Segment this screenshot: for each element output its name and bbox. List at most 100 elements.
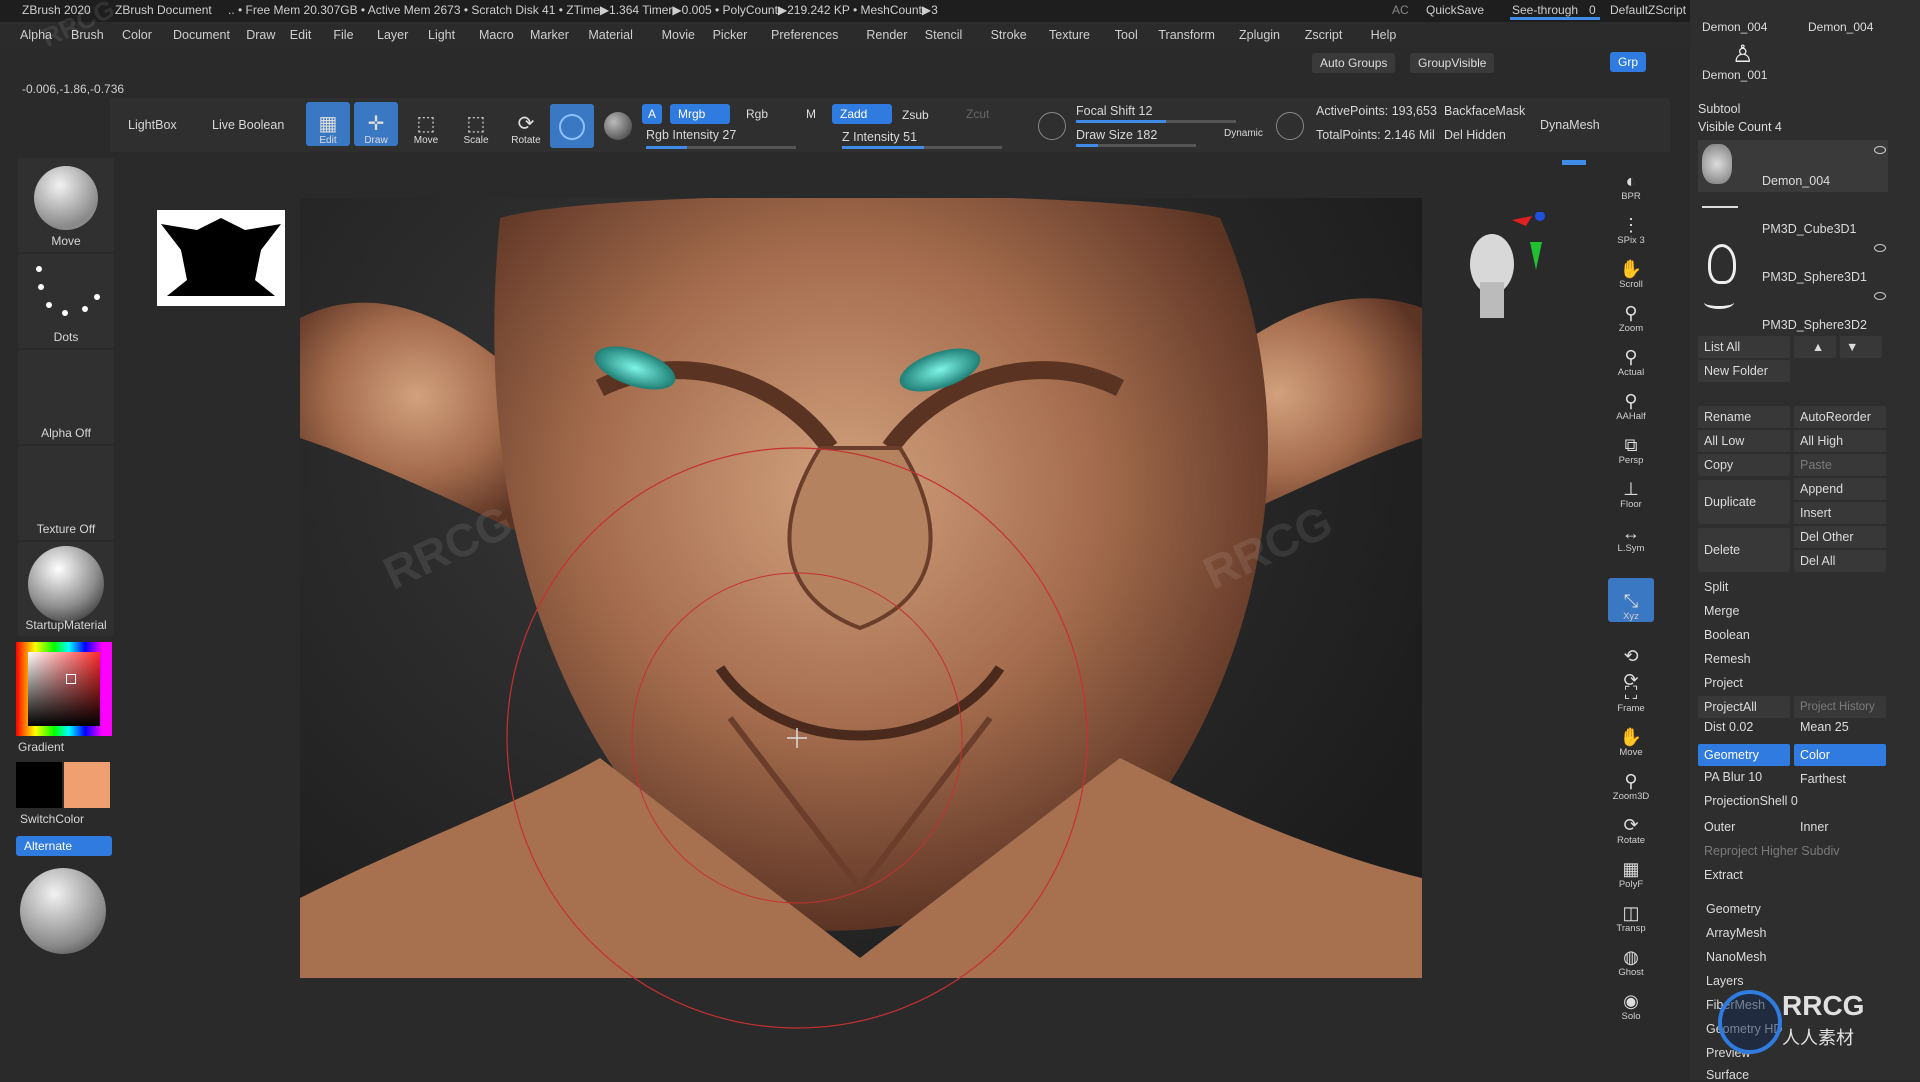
- dynamic-label[interactable]: Dynamic: [1224, 128, 1263, 139]
- texture-slot[interactable]: Texture Off: [18, 446, 114, 540]
- farthest-toggle[interactable]: Farthest: [1800, 772, 1846, 786]
- rail-ghost-button[interactable]: ◍ Ghost: [1608, 934, 1654, 978]
- color-cursor[interactable]: [66, 674, 76, 684]
- reproject-higher-subdiv-button[interactable]: Reproject Higher Subdiv: [1704, 844, 1840, 858]
- project-all-button[interactable]: ProjectAll: [1698, 696, 1790, 718]
- z-intensity-slider[interactable]: [842, 146, 1002, 149]
- texture-sphere-icon[interactable]: [20, 868, 106, 954]
- menu-texture[interactable]: Texture: [1049, 28, 1090, 42]
- rail-actual-button[interactable]: ⚲ Actual: [1608, 334, 1654, 378]
- paste-button[interactable]: Paste: [1794, 454, 1886, 476]
- rail-zoom3d-button[interactable]: ⚲ Zoom3D: [1608, 758, 1654, 802]
- subtool-row-cube[interactable]: PM3D_Cube3D1: [1698, 196, 1888, 240]
- group-visible-button[interactable]: GroupVisible: [1410, 53, 1495, 73]
- projection-shell-slider[interactable]: ProjectionShell 0: [1704, 794, 1798, 808]
- move-button[interactable]: ⬚ Move: [404, 102, 448, 146]
- menu-stencil[interactable]: Stencil: [925, 28, 963, 42]
- menu-draw[interactable]: Draw: [246, 28, 275, 42]
- menu-picker[interactable]: Picker: [713, 28, 748, 42]
- list-all-button[interactable]: List All: [1698, 336, 1790, 358]
- copy-button[interactable]: Copy: [1698, 454, 1790, 476]
- menu-material[interactable]: Material: [588, 28, 632, 42]
- menu-tool[interactable]: Tool: [1115, 28, 1138, 42]
- menu-preferences[interactable]: Preferences: [771, 28, 838, 42]
- alternate-button[interactable]: Alternate: [16, 836, 112, 856]
- rail-persp-button[interactable]: ⧉ Persp: [1608, 422, 1654, 466]
- quicksave-button[interactable]: QuickSave: [1426, 3, 1484, 17]
- inner-toggle[interactable]: Inner: [1800, 820, 1829, 834]
- main-color-swatch[interactable]: [16, 762, 62, 808]
- del-hidden-button[interactable]: Del Hidden: [1444, 128, 1506, 142]
- remesh-section[interactable]: Remesh: [1704, 652, 1751, 666]
- alpha-slot[interactable]: Alpha Off: [18, 350, 114, 444]
- rail-solo-button[interactable]: ◉ Solo: [1608, 978, 1654, 1022]
- menu-color[interactable]: Color: [122, 28, 152, 42]
- rename-button[interactable]: Rename: [1698, 406, 1790, 428]
- rail-polyf-button[interactable]: ▦ PolyF: [1608, 846, 1654, 890]
- a-toggle[interactable]: A: [642, 104, 663, 124]
- del-all-button[interactable]: Del All: [1794, 550, 1886, 572]
- rail-bpr-button[interactable]: ◐ BPR: [1608, 158, 1654, 202]
- merge-section[interactable]: Merge: [1704, 604, 1739, 618]
- tool-thumb-label-2[interactable]: Demon_004: [1808, 20, 1873, 34]
- draw-size-slider[interactable]: [1076, 144, 1196, 147]
- eye-icon[interactable]: [1874, 244, 1886, 252]
- menu-zplugin[interactable]: Zplugin: [1239, 28, 1280, 42]
- switchcolor-button[interactable]: SwitchColor: [20, 812, 84, 826]
- outer-toggle[interactable]: Outer: [1704, 820, 1735, 834]
- navigation-gizmo[interactable]: [1466, 211, 1566, 332]
- draw-button[interactable]: ✛ Draw: [354, 102, 398, 146]
- layers-menu[interactable]: Layers: [1706, 974, 1744, 988]
- live-boolean-button[interactable]: Live Boolean: [212, 118, 284, 132]
- menu-brush[interactable]: Brush: [71, 28, 104, 42]
- mrgb-toggle[interactable]: Mrgb: [670, 104, 730, 124]
- autoreorder-button[interactable]: AutoReorder: [1794, 406, 1886, 428]
- extract-section[interactable]: Extract: [1704, 868, 1743, 882]
- rgb-intensity-slider[interactable]: [646, 146, 796, 149]
- color-toggle[interactable]: Color: [1794, 744, 1886, 766]
- new-folder-button[interactable]: New Folder: [1698, 360, 1790, 382]
- m-toggle[interactable]: M: [798, 104, 824, 124]
- boolean-section[interactable]: Boolean: [1704, 628, 1750, 642]
- rail-rotate-button[interactable]: ⟳ Rotate: [1608, 802, 1654, 846]
- stroke-slot[interactable]: Dots: [18, 254, 114, 348]
- zsub-toggle[interactable]: Zsub: [894, 105, 937, 125]
- focal-shift-slider[interactable]: [1076, 120, 1236, 123]
- focal-shift-icon[interactable]: [1038, 112, 1066, 140]
- sphere-mode-button[interactable]: [550, 104, 594, 148]
- eye-icon[interactable]: [1874, 292, 1886, 300]
- backface-mask-button[interactable]: BackfaceMask: [1444, 104, 1525, 118]
- rail-aahalf-button[interactable]: ⚲ AAHalf: [1608, 378, 1654, 422]
- auto-groups-button[interactable]: Auto Groups: [1312, 53, 1396, 73]
- material-slot[interactable]: StartupMaterial: [18, 542, 114, 636]
- see-through-label[interactable]: See-through: [1512, 3, 1578, 17]
- nanomesh-menu[interactable]: NanoMesh: [1706, 950, 1766, 964]
- dynamic-size-icon[interactable]: [1276, 112, 1304, 140]
- rail-floor-button[interactable]: ⊥ Floor: [1608, 466, 1654, 510]
- delete-button[interactable]: Delete: [1698, 528, 1790, 572]
- project-history-button[interactable]: Project History: [1794, 696, 1886, 718]
- insert-button[interactable]: Insert: [1794, 502, 1886, 524]
- all-high-button[interactable]: All High: [1794, 430, 1886, 452]
- subtool-row-demon-004[interactable]: Demon_004: [1698, 140, 1888, 192]
- menu-layer[interactable]: Layer: [377, 28, 408, 42]
- rail-transp-button[interactable]: ◫ Transp: [1608, 890, 1654, 934]
- arraymesh-menu[interactable]: ArrayMesh: [1706, 926, 1766, 940]
- dynamesh-button[interactable]: DynaMesh: [1540, 118, 1600, 132]
- grp-button[interactable]: Grp: [1610, 52, 1647, 72]
- menu-alpha[interactable]: Alpha: [20, 28, 52, 42]
- split-section[interactable]: Split: [1704, 580, 1728, 594]
- menu-transform[interactable]: Transform: [1158, 28, 1215, 42]
- rail-frame-button[interactable]: ⛶ Frame: [1608, 670, 1654, 714]
- project-section[interactable]: Project: [1704, 676, 1743, 690]
- mean-slider[interactable]: Mean 25: [1800, 720, 1849, 734]
- color-picker[interactable]: [16, 642, 112, 736]
- brush-slot[interactable]: Move: [18, 158, 114, 252]
- rail-move-button[interactable]: ✋ Move: [1608, 714, 1654, 758]
- append-button[interactable]: Append: [1794, 478, 1886, 500]
- secondary-color-swatch[interactable]: [64, 762, 110, 808]
- menu-render[interactable]: Render: [866, 28, 907, 42]
- rail-l-sym-button[interactable]: ↔ L.Sym: [1608, 510, 1654, 554]
- tool-thumb-label-3[interactable]: Demon_001: [1702, 68, 1767, 82]
- subtool-row-sphere2[interactable]: PM3D_Sphere3D2: [1698, 292, 1888, 336]
